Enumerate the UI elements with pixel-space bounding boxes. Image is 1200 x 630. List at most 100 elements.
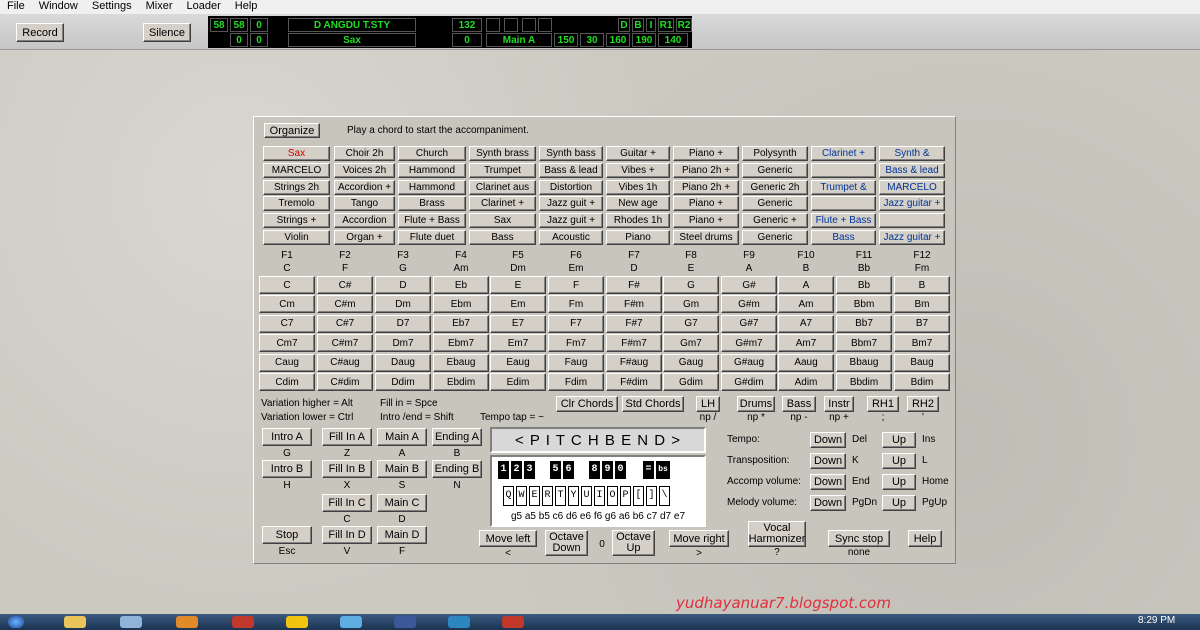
- standard-chords-button[interactable]: Std Chords: [622, 396, 684, 412]
- chord-button[interactable]: B7: [894, 314, 950, 333]
- chord-button[interactable]: Caug: [259, 353, 315, 372]
- chord-button[interactable]: Bbm7: [836, 334, 892, 353]
- voice-button[interactable]: Piano +: [673, 146, 739, 161]
- voice-button[interactable]: Piano +: [673, 196, 739, 212]
- chord-button[interactable]: Bbdim: [836, 373, 892, 391]
- voice-button[interactable]: Flute + Bass: [811, 213, 876, 229]
- voice-button[interactable]: Hammond: [398, 179, 466, 195]
- voice-button[interactable]: Piano +: [673, 213, 739, 229]
- chord-button[interactable]: Em7: [490, 334, 546, 353]
- chord-button[interactable]: E: [490, 276, 546, 294]
- app2-icon[interactable]: [286, 616, 308, 628]
- chord-button[interactable]: Eb7: [433, 314, 489, 333]
- chord-button[interactable]: Ebaug: [433, 353, 489, 372]
- voice-button[interactable]: Violin: [263, 230, 330, 245]
- voice-button[interactable]: Acoustic: [539, 230, 603, 245]
- voice-button[interactable]: Generic: [742, 230, 808, 245]
- voice-button[interactable]: Bass: [469, 230, 536, 245]
- part-toggle-bass[interactable]: Bass: [782, 396, 816, 412]
- style-intro-a-button[interactable]: Intro A: [262, 428, 312, 446]
- style-fill-b-button[interactable]: Fill In B: [322, 460, 372, 478]
- chord-button[interactable]: Bb7: [836, 314, 892, 333]
- voice-button[interactable]: Synth bass: [539, 146, 603, 161]
- pitchbend-display[interactable]: < P I T C H B E N D >: [490, 427, 706, 453]
- chord-button[interactable]: Fm: [548, 295, 604, 314]
- chord-button[interactable]: G7: [663, 314, 719, 333]
- voice-button[interactable]: Jazz guitar +: [879, 196, 945, 212]
- control-up-button[interactable]: Up: [882, 474, 916, 490]
- chord-button[interactable]: Dm7: [375, 334, 431, 353]
- control-up-button[interactable]: Up: [882, 453, 916, 469]
- silence-button[interactable]: Silence: [143, 23, 191, 42]
- start-icon[interactable]: [8, 616, 24, 628]
- chord-button[interactable]: C#m7: [317, 334, 373, 353]
- chord-button[interactable]: C#7: [317, 314, 373, 333]
- help-button[interactable]: Help: [908, 530, 942, 547]
- chord-button[interactable]: Bbaug: [836, 353, 892, 372]
- voice-button[interactable]: Clarinet aus: [469, 179, 536, 195]
- voice-button[interactable]: Rhodes 1h: [606, 213, 670, 229]
- menu-help[interactable]: Help: [228, 0, 265, 14]
- voice-button[interactable]: Strings +: [263, 213, 330, 229]
- voice-button[interactable]: Vibes +: [606, 162, 670, 178]
- voice-button[interactable]: Bass & lead: [879, 162, 945, 178]
- chord-button[interactable]: C#aug: [317, 353, 373, 372]
- chord-button[interactable]: F#m: [606, 295, 662, 314]
- voice-button[interactable]: Synth &: [879, 146, 945, 161]
- chord-button[interactable]: Baug: [894, 353, 950, 372]
- voice-button[interactable]: MARCELO: [879, 179, 945, 195]
- voice-button[interactable]: Distortion: [539, 179, 603, 195]
- window-icon[interactable]: [120, 616, 142, 628]
- voice-button[interactable]: Jazz guit +: [539, 213, 603, 229]
- part-toggle-rh1[interactable]: RH1: [867, 396, 899, 412]
- control-down-button[interactable]: Down: [810, 495, 846, 511]
- chord-button[interactable]: G#dim: [721, 373, 777, 391]
- chord-button[interactable]: Adim: [778, 373, 834, 391]
- voice-button[interactable]: Church: [398, 146, 466, 161]
- chord-button[interactable]: F#dim: [606, 373, 662, 391]
- style-stop-button[interactable]: Stop: [262, 526, 312, 544]
- voice-button[interactable]: Generic: [742, 162, 808, 178]
- chord-button[interactable]: C#dim: [317, 373, 373, 391]
- sync-stop-button[interactable]: Sync stop: [828, 530, 890, 547]
- chord-button[interactable]: G: [663, 276, 719, 294]
- chord-button[interactable]: E7: [490, 314, 546, 333]
- menu-window[interactable]: Window: [32, 0, 85, 14]
- record-button[interactable]: Record: [16, 23, 64, 42]
- media-icon[interactable]: [176, 616, 198, 628]
- voice-button[interactable]: Tremolo: [263, 196, 330, 212]
- voice-button[interactable]: Flute + Bass: [398, 213, 466, 229]
- voice-button[interactable]: Flute duet: [398, 230, 466, 245]
- voice-button[interactable]: [811, 162, 876, 178]
- chord-button[interactable]: F: [548, 276, 604, 294]
- style-fill-c-button[interactable]: Fill In C: [322, 494, 372, 512]
- voice-button[interactable]: Strings 2h: [263, 179, 330, 195]
- app-icon[interactable]: [232, 616, 254, 628]
- chord-button[interactable]: D: [375, 276, 431, 294]
- voice-button[interactable]: Bass: [811, 230, 876, 245]
- chord-button[interactable]: F#: [606, 276, 662, 294]
- chord-button[interactable]: Dm: [375, 295, 431, 314]
- chord-button[interactable]: Gm7: [663, 334, 719, 353]
- menu-mixer[interactable]: Mixer: [139, 0, 180, 14]
- voice-button[interactable]: [811, 196, 876, 212]
- voice-button[interactable]: Steel drums: [673, 230, 739, 245]
- voice-button[interactable]: Clarinet +: [469, 196, 536, 212]
- voice-button[interactable]: Piano 2h +: [673, 162, 739, 178]
- chord-button[interactable]: Gdim: [663, 373, 719, 391]
- voice-button[interactable]: Bass & lead: [539, 162, 603, 178]
- chord-button[interactable]: Em: [490, 295, 546, 314]
- clear-chords-button[interactable]: Clr Chords: [556, 396, 618, 412]
- chord-button[interactable]: A7: [778, 314, 834, 333]
- voice-button[interactable]: New age: [606, 196, 670, 212]
- voice-button[interactable]: Sax: [263, 146, 330, 161]
- menu-file[interactable]: File: [0, 0, 32, 14]
- style-fill-d-button[interactable]: Fill In D: [322, 526, 372, 544]
- chord-button[interactable]: Fdim: [548, 373, 604, 391]
- control-down-button[interactable]: Down: [810, 453, 846, 469]
- octave-up-button[interactable]: Octave Up: [612, 530, 655, 556]
- vocal-harmonizer-button[interactable]: Vocal Harmonizer: [748, 521, 806, 547]
- organize-button[interactable]: Organize: [264, 123, 320, 138]
- chord-button[interactable]: Bb: [836, 276, 892, 294]
- voice-button[interactable]: Accordion +: [334, 179, 395, 195]
